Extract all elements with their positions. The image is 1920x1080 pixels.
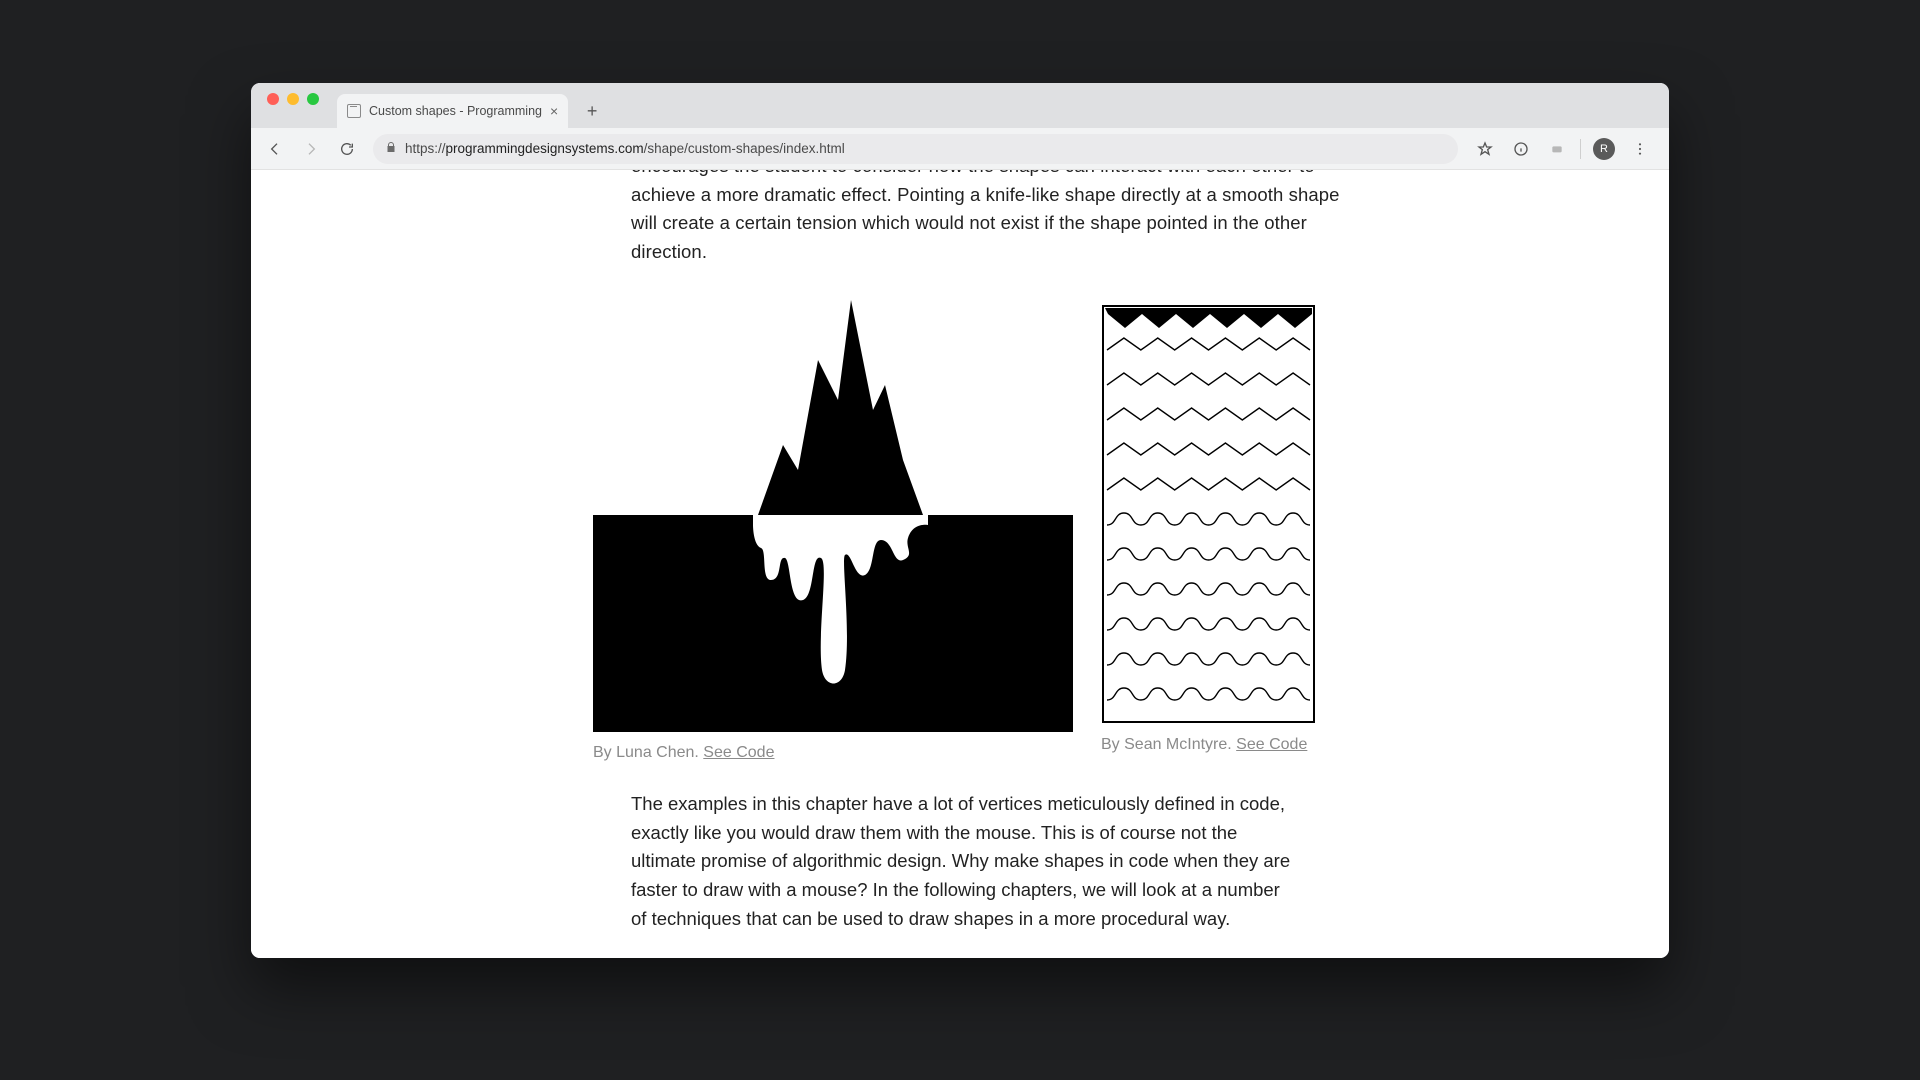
window-close-button[interactable] <box>267 93 279 105</box>
window-controls <box>261 83 337 128</box>
browser-tab[interactable]: Custom shapes - Programming × <box>337 94 568 128</box>
site-info-button[interactable] <box>1504 133 1538 165</box>
browser-window: Custom shapes - Programming × + https://… <box>251 83 1669 958</box>
figure-2-credit: By Sean McIntyre. <box>1101 736 1236 753</box>
figure-row: By Luna Chen. See Code By Sean McIntyre.… <box>593 300 1353 762</box>
figure-2-code-link[interactable]: See Code <box>1236 736 1307 753</box>
browser-toolbar: https://programmingdesignsystems.com/sha… <box>251 128 1669 170</box>
lock-icon <box>385 141 397 156</box>
new-tab-button[interactable]: + <box>578 97 606 125</box>
toolbar-right-icons: R <box>1468 133 1661 165</box>
browser-menu-button[interactable] <box>1623 133 1657 165</box>
figure-1-credit: By Luna Chen. <box>593 744 703 761</box>
toolbar-separator <box>1580 139 1581 159</box>
figure-2-caption: By Sean McIntyre. See Code <box>1101 736 1316 754</box>
outro-paragraph: The examples in this chapter have a lot … <box>631 790 1291 933</box>
window-maximize-button[interactable] <box>307 93 319 105</box>
article-body-2: The examples in this chapter have a lot … <box>631 790 1291 933</box>
page-viewport[interactable]: encourages the student to consider how t… <box>251 170 1669 958</box>
tab-close-button[interactable]: × <box>550 104 558 118</box>
profile-avatar-button[interactable]: R <box>1593 138 1615 160</box>
tab-title: Custom shapes - Programming <box>369 104 542 118</box>
url-path: /shape/custom-shapes/index.html <box>644 141 845 156</box>
bookmark-star-button[interactable] <box>1468 133 1502 165</box>
article-body: encourages the student to consider how t… <box>631 170 1351 287</box>
nav-back-button[interactable] <box>259 133 291 165</box>
extensions-button[interactable] <box>1540 133 1574 165</box>
figure-2: By Sean McIntyre. See Code <box>1101 300 1316 762</box>
figure-1-code-link[interactable]: See Code <box>703 744 774 761</box>
tab-strip: Custom shapes - Programming × + <box>251 83 1669 128</box>
page-favicon-icon <box>347 104 361 118</box>
url-scheme: https:// <box>405 141 446 156</box>
url-host: programmingdesignsystems.com <box>446 141 644 156</box>
figure-1: By Luna Chen. See Code <box>593 300 1073 762</box>
avatar-initial: R <box>1600 143 1608 155</box>
window-minimize-button[interactable] <box>287 93 299 105</box>
nav-reload-button[interactable] <box>331 133 363 165</box>
nav-forward-button[interactable] <box>295 133 327 165</box>
figure-1-caption: By Luna Chen. See Code <box>593 744 1073 762</box>
url-text: https://programmingdesignsystems.com/sha… <box>405 141 845 156</box>
figure-1-graphic <box>593 300 1073 732</box>
address-bar[interactable]: https://programmingdesignsystems.com/sha… <box>373 134 1458 164</box>
figure-2-graphic <box>1101 304 1316 724</box>
intro-paragraph: encourages the student to consider how t… <box>631 170 1351 267</box>
